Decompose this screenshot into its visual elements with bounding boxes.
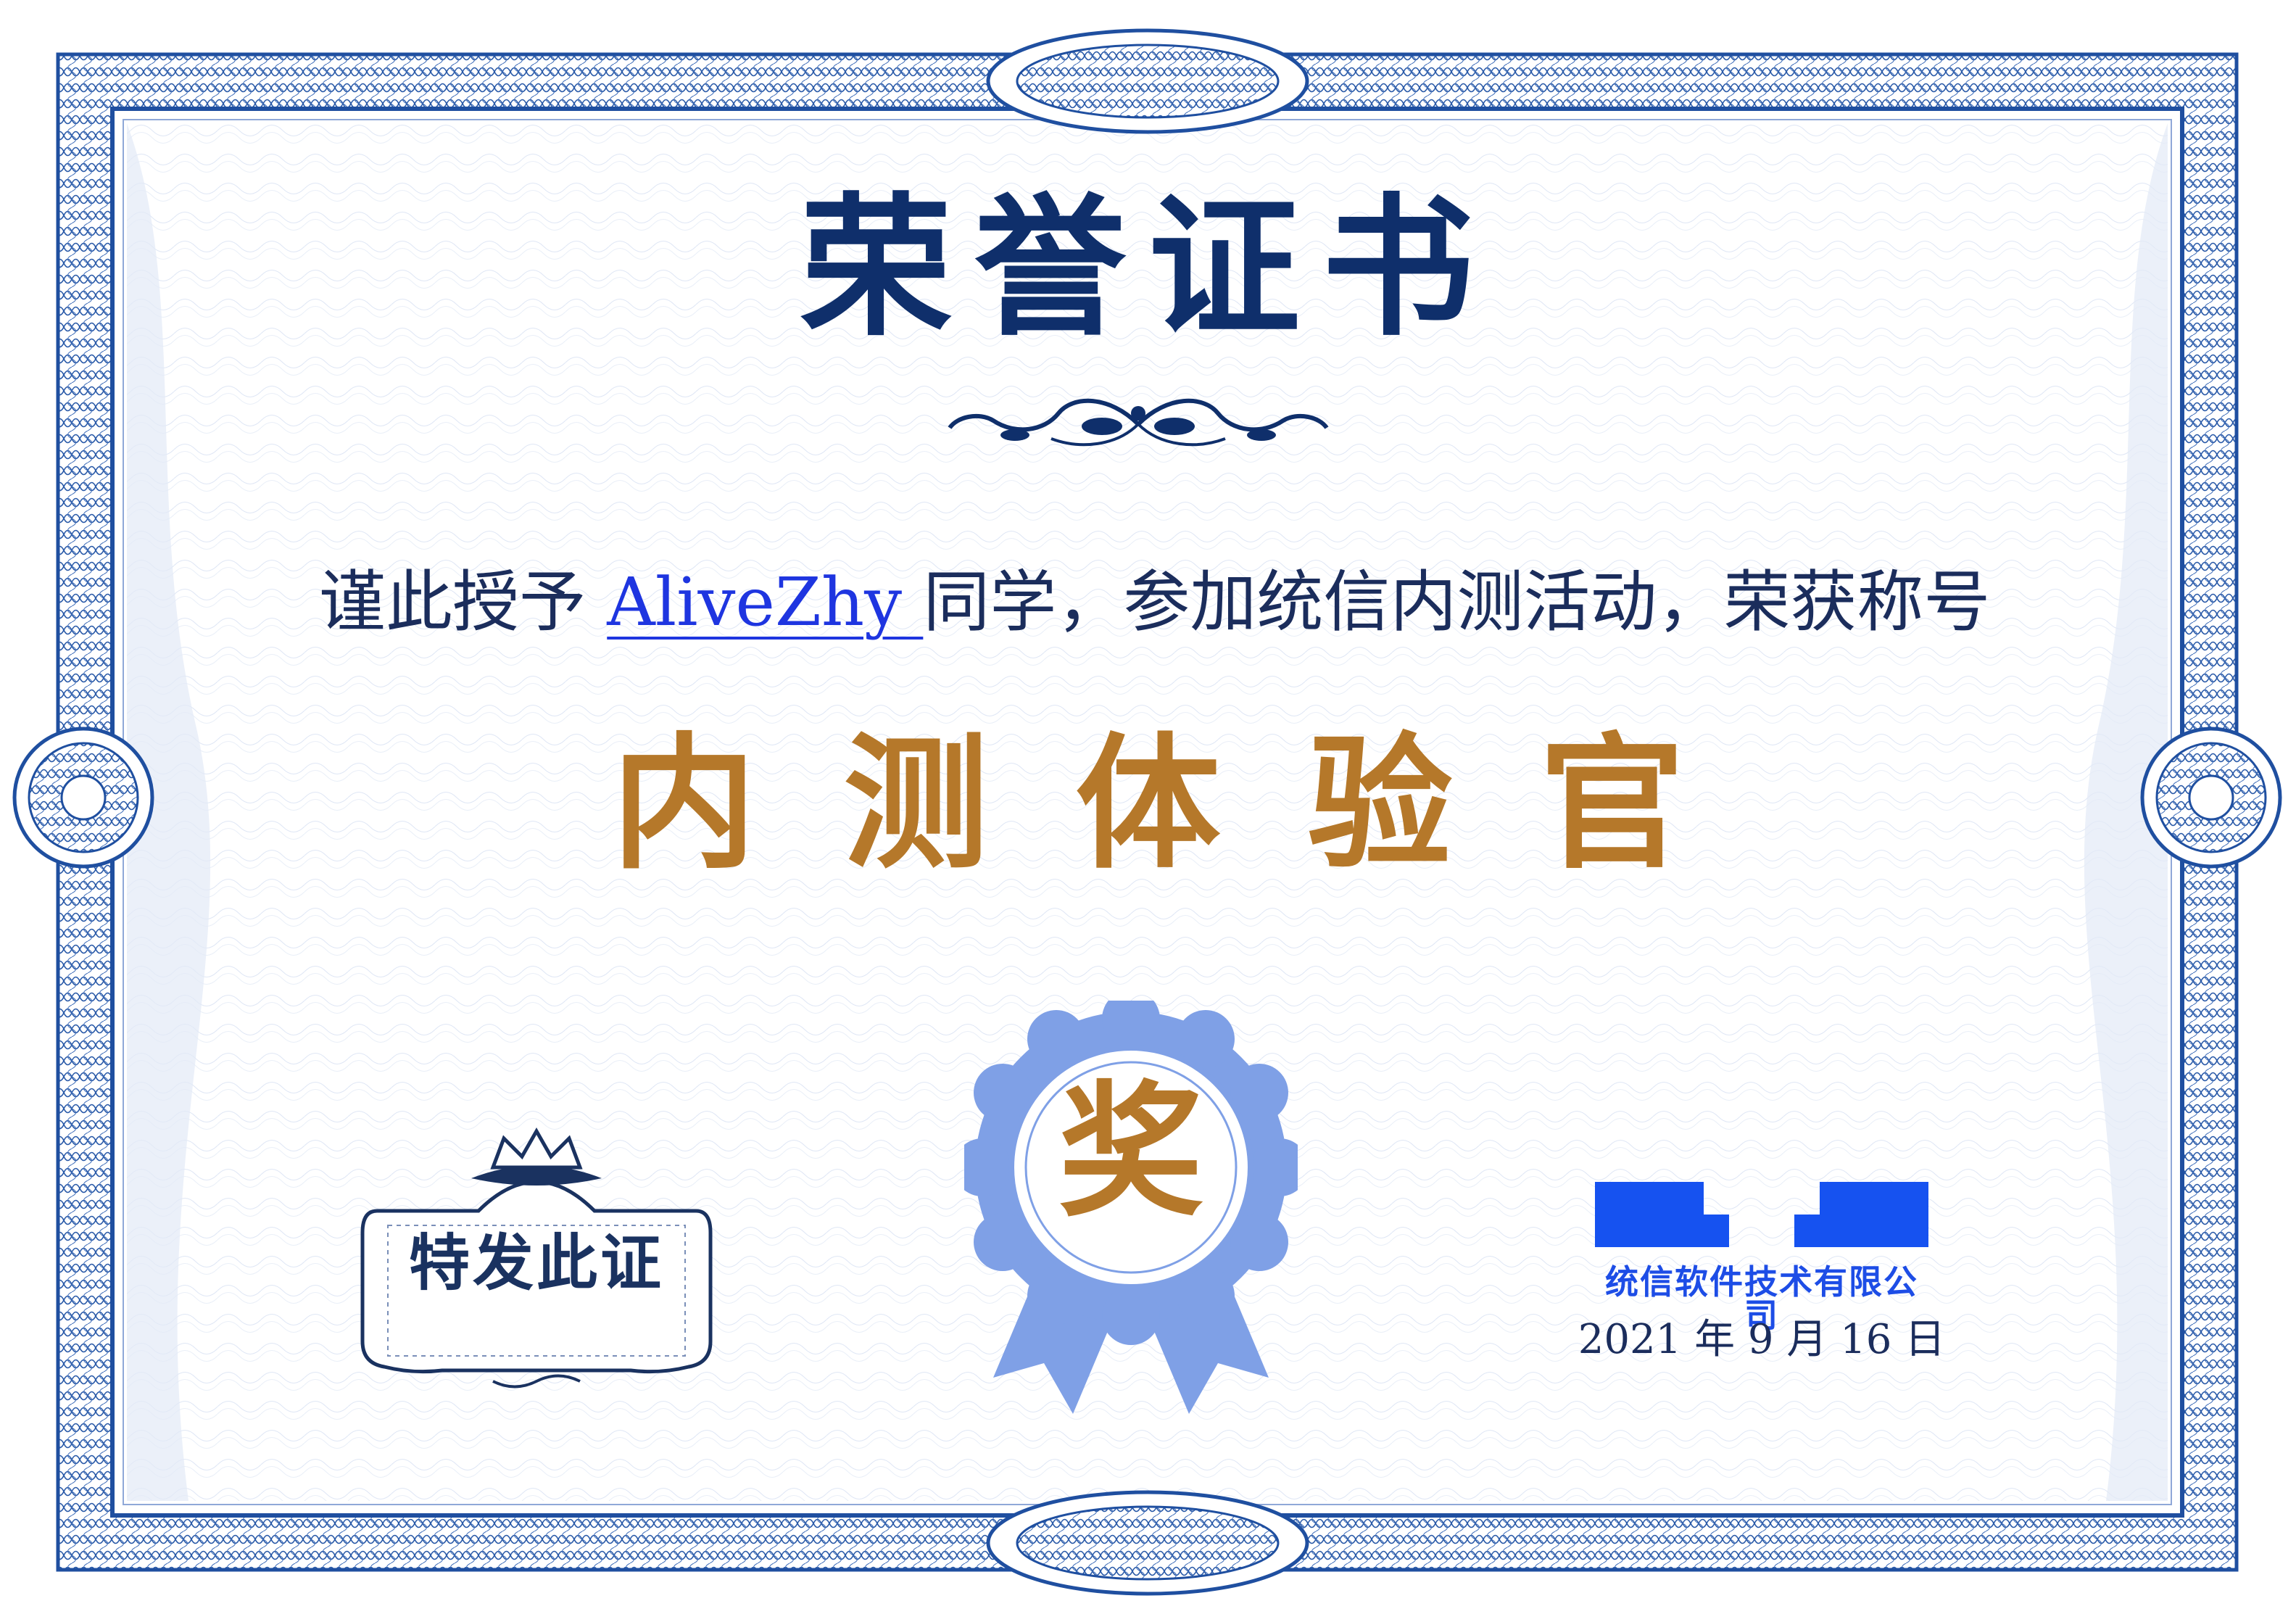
recipient-name-link[interactable]: AliveZhy: [607, 563, 923, 641]
crown-icon: [471, 1127, 602, 1186]
award-char: 奖: [1058, 1068, 1203, 1237]
award-prefix: 谨此授予: [319, 563, 608, 641]
plaque-text: 特发此证: [408, 1228, 664, 1299]
issue-date: 2021 年 9 月 16 日: [1578, 1316, 1946, 1363]
scroll-flourish-icon: [948, 398, 1329, 447]
award-suffix: 同学，参加统信内测活动，荣获称号: [923, 563, 1991, 641]
certificate: 荣誉证书 谨此授予 AliveZhy 同学，参加统信内测活动，荣获称号 内测体验…: [0, 0, 2296, 1622]
honor-title: 内测体验官: [611, 720, 1772, 889]
certificate-title: 荣誉证书: [800, 179, 1496, 357]
award-statement: 谨此授予 AliveZhy 同学，参加统信内测活动，荣获称号: [319, 566, 2059, 639]
uos-logo-icon: [1595, 1182, 1928, 1247]
